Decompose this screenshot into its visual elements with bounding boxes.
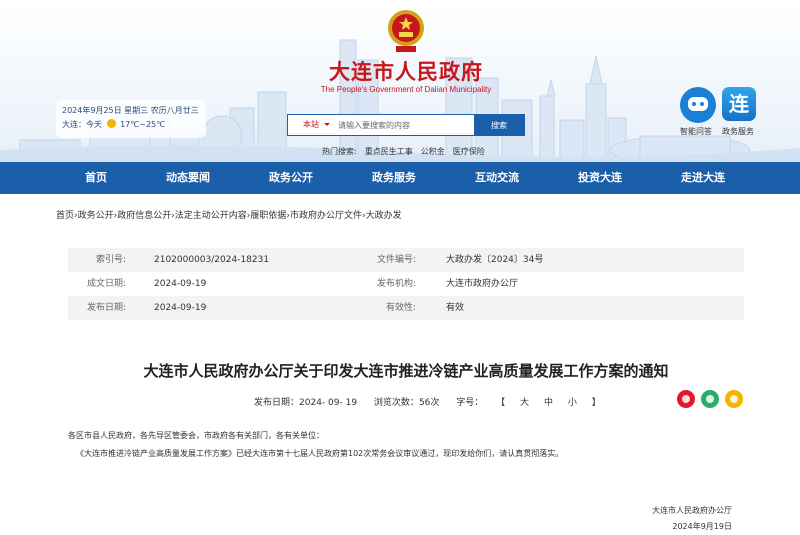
sun-icon (106, 119, 116, 128)
weather-city: 大连：今天 (62, 120, 102, 129)
document-meta-table: 索引号: 2102000003/2024-18231 文件编号: 大政办发〔20… (68, 248, 744, 320)
main-nav: 首页 动态要闻 政务公开 政务服务 互动交流 投资大连 走进大连 (0, 162, 800, 194)
nav-home[interactable]: 首页 (85, 162, 107, 194)
meta-row: 发布日期: 2024-09-19 有效性: 有效 (68, 296, 744, 320)
meta-row: 成文日期: 2024-09-19 发布机构: 大连市政府办公厅 (68, 272, 744, 296)
font-size-small[interactable]: 小 (562, 398, 583, 408)
hot-link-housing-fund[interactable]: 公积金 (421, 146, 445, 157)
national-emblem-icon (388, 10, 424, 52)
published-label: 发布日期: (86, 303, 126, 313)
article-salutation: 各区市县人民政府，各先导区管委会，市政府各有关部门，各有关单位： (68, 431, 324, 440)
service-label[interactable]: 政务服务 (722, 126, 754, 137)
hot-search-label: 热门搜索: (322, 147, 357, 156)
article-paragraph: 《大连市推进冷链产业高质量发展工作方案》已经大连市第十七届人民政府第102次常务… (76, 449, 564, 458)
weibo-icon[interactable] (677, 390, 695, 408)
hot-link-medical-insurance[interactable]: 医疗保险 (453, 146, 485, 157)
search-input[interactable] (334, 115, 474, 135)
view-count: 浏览次数：56次 (374, 398, 439, 408)
font-size-bracket-open: 【 (496, 398, 506, 408)
wechat-icon[interactable] (701, 390, 719, 408)
publish-date-label: 发布日期： (254, 398, 300, 408)
font-size-medium[interactable]: 中 (538, 398, 559, 408)
view-count-label: 浏览次数： (373, 398, 419, 408)
site-title[interactable]: 大连市人民政府 (300, 56, 512, 86)
publish-date-value: 2024- 09- 19 (299, 398, 358, 408)
font-size-label: 字号： (456, 398, 484, 408)
hot-link-livelihood[interactable]: 重点民生工事 (365, 146, 413, 157)
validity-label: 有效性: (385, 303, 416, 313)
header-banner: 大连市人民政府 The People's Government of Dalia… (0, 0, 800, 162)
search-bar: 本站 搜索 (287, 114, 525, 136)
nav-invest[interactable]: 投资大连 (578, 162, 622, 194)
article-title: 大连市人民政府办公厅关于印发大连市推进冷链产业高质量发展工作方案的通知 (143, 362, 669, 380)
font-size-bracket-close: 】 (591, 398, 601, 408)
search-button[interactable]: 搜索 (474, 115, 524, 135)
index-label: 索引号: (95, 255, 126, 265)
nav-news[interactable]: 动态要闻 (166, 162, 210, 194)
government-service-app-icon[interactable]: 连 (722, 87, 756, 121)
qzone-icon[interactable] (725, 390, 743, 408)
docno-label: 文件编号: (376, 255, 416, 265)
meta-row: 索引号: 2102000003/2024-18231 文件编号: 大政办发〔20… (68, 248, 744, 272)
nav-government-affairs[interactable]: 政务公开 (269, 162, 313, 194)
assistant-label[interactable]: 智能问答 (680, 126, 712, 137)
article-signer: 大连市人民政府办公厅 (652, 506, 732, 515)
nav-interaction[interactable]: 互动交流 (475, 162, 519, 194)
weather-forecast: 大连：今天 17℃~25℃ (62, 118, 200, 132)
issuer-label: 发布机构: (376, 279, 416, 289)
font-size-large[interactable]: 大 (514, 398, 535, 408)
published-value: 2024-09-19 (154, 303, 207, 313)
created-label: 成文日期: (86, 279, 126, 289)
hot-search: 热门搜索: 重点民生工事 公积金 医疗保险 (322, 146, 485, 157)
publish-date: 发布日期：2024- 09- 19 (254, 398, 357, 408)
nav-explore[interactable]: 走进大连 (681, 162, 725, 194)
assistant-robot-icon[interactable] (680, 87, 716, 123)
view-count-value: 56次 (418, 398, 440, 408)
nav-government-services[interactable]: 政务服务 (372, 162, 416, 194)
weather-widget: 2024年9月25日 星期三 农历八月廿三 大连：今天 17℃~25℃ (56, 100, 206, 138)
article-info-bar: 发布日期：2024- 09- 19 浏览次数：56次 字号： 【 大 中 小 】 (254, 395, 607, 408)
weather-temperature: 17℃~25℃ (120, 120, 166, 129)
docno-value: 大政办发〔2024〕34号 (446, 255, 544, 265)
created-value: 2024-09-19 (154, 279, 207, 289)
article-sign-date: 2024年9月19日 (672, 522, 732, 531)
weather-date: 2024年9月25日 星期三 农历八月廿三 (62, 106, 199, 115)
issuer-value: 大连市政府办公厅 (446, 279, 519, 289)
index-value: 2102000003/2024-18231 (154, 255, 270, 265)
validity-value: 有效 (446, 303, 465, 313)
site-subtitle: The People's Government of Dalian Munici… (320, 85, 492, 94)
search-scope-dropdown[interactable]: 本站 (288, 115, 334, 135)
breadcrumb[interactable]: 首页›政务公开›政府信息公开›法定主动公开内容›履职依据›市政府办公厅文件›大政… (56, 208, 402, 221)
